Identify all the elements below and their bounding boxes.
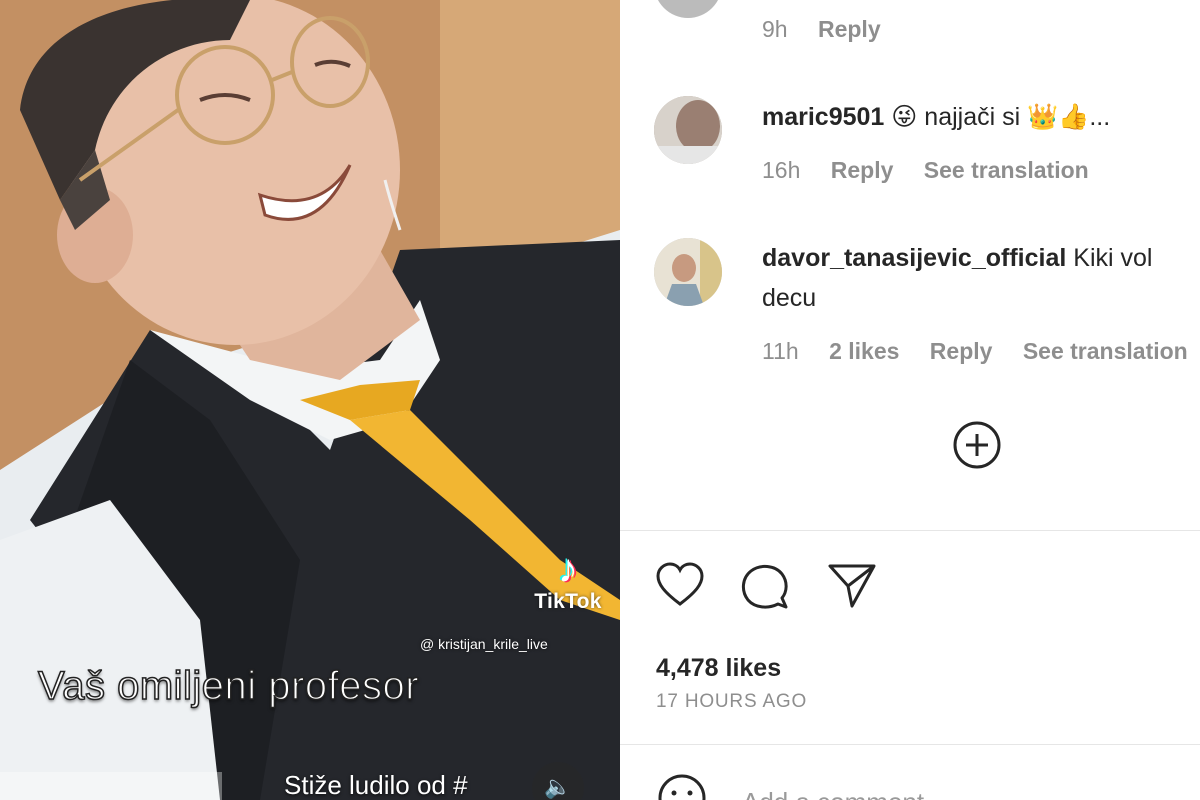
divider: [620, 530, 1200, 531]
comment-time: 11h: [762, 338, 799, 364]
comment-icon[interactable]: [738, 560, 790, 612]
avatar[interactable]: [654, 238, 722, 306]
comment-body: davor_tanasijevic_official Kiki vol: [762, 244, 1152, 273]
tiktok-handle: @ kristijan_krile_live: [420, 636, 548, 652]
comment-meta: 11h 2 likes Reply See translation: [762, 338, 1200, 365]
comment-time: 9h: [762, 16, 788, 42]
video-caption: Vaš omiljeni profesor: [37, 663, 420, 709]
reply-button[interactable]: Reply: [930, 338, 993, 364]
comments-panel: 9h Reply maric9501 😜 najjači si 👑👍... 16…: [620, 0, 1200, 800]
tiktok-note-icon: ♪: [558, 547, 578, 591]
emoji-icon[interactable]: [656, 772, 708, 800]
reply-button[interactable]: Reply: [831, 157, 894, 183]
video-player[interactable]: ♪ TikTok @ kristijan_krile_live Vaš omil…: [0, 0, 620, 800]
comment-likes-count[interactable]: 2 likes: [829, 338, 899, 364]
likes-count[interactable]: 4,478 likes: [656, 654, 781, 683]
add-comment-input[interactable]: [740, 786, 1164, 800]
tiktok-logo: ♪ TikTok: [528, 548, 608, 614]
avatar[interactable]: [654, 96, 722, 164]
comment-time: 16h: [762, 157, 801, 183]
comment-text: 😜 najjači si 👑👍...: [891, 103, 1111, 131]
video-subcaption: Stiže ludilo od #: [284, 770, 468, 800]
comment-text-continued: decu: [762, 284, 817, 312]
comment-text: Kiki vol: [1073, 244, 1153, 272]
comment-meta: 9h Reply: [762, 16, 905, 43]
avatar[interactable]: [654, 0, 722, 18]
see-translation-button[interactable]: See translation: [924, 157, 1089, 183]
share-icon[interactable]: [826, 560, 878, 612]
post-timestamp: 17 HOURS AGO: [656, 691, 808, 712]
comment-body: maric9501 😜 najjači si 👑👍...: [762, 102, 1110, 132]
video-progress-bar[interactable]: [0, 772, 222, 800]
comment-username[interactable]: maric9501: [762, 103, 884, 131]
comment-username[interactable]: davor_tanasijevic_official: [762, 244, 1066, 272]
reply-button[interactable]: Reply: [818, 16, 881, 42]
heart-icon[interactable]: [654, 560, 706, 612]
comment-meta: 16h Reply See translation: [762, 157, 1113, 184]
plus-circle-icon[interactable]: [952, 420, 1002, 470]
speaker-icon: 🔈: [544, 774, 572, 799]
divider: [620, 744, 1200, 745]
see-translation-button[interactable]: See translation: [1023, 338, 1188, 364]
tiktok-wordmark: TikTok: [534, 590, 602, 613]
